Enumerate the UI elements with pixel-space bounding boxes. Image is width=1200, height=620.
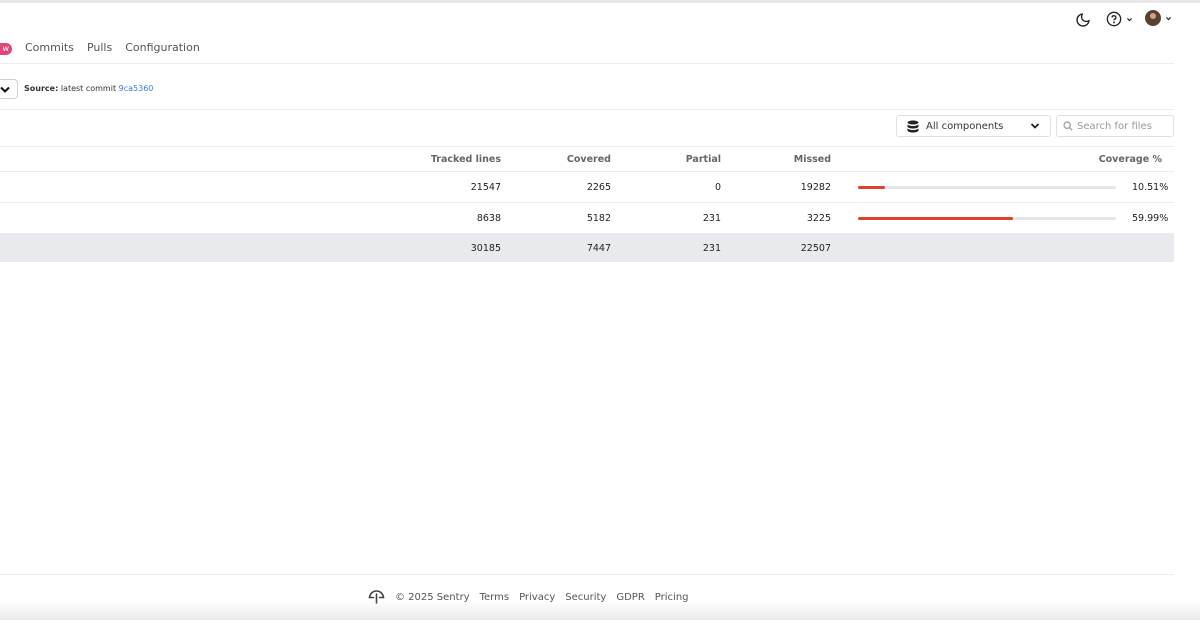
database-icon [907, 120, 919, 132]
branch-selector[interactable] [0, 79, 18, 99]
table-row[interactable]: 8638 5182 231 3225 59.99% [0, 202, 1174, 234]
partial-cell: 231 [611, 202, 721, 234]
covered-header[interactable]: Covered [501, 146, 611, 172]
coverage-bar-fill [858, 216, 1013, 220]
partial-cell: 0 [611, 171, 721, 203]
coverage-bar [858, 185, 1116, 189]
components-select[interactable]: All components [896, 115, 1051, 137]
partial-header[interactable]: Partial [611, 146, 721, 172]
top-border [0, 0, 1200, 3]
coverage-bar [858, 216, 1116, 220]
source-text: latest commit [60, 84, 117, 93]
missed-cell: 3225 [721, 202, 831, 234]
missed-cell: 19282 [721, 171, 831, 203]
repo-tabs: Commits Pulls Configuration [25, 41, 200, 54]
total-missed-cell: 22507 [721, 233, 831, 262]
covered-cell: 5182 [501, 202, 611, 234]
new-badge: w [0, 43, 12, 55]
bottom-shadow [0, 600, 1200, 620]
coverage-percent: 10.51% [1132, 181, 1169, 193]
tab-pulls[interactable]: Pulls [87, 41, 112, 54]
search-box[interactable] [1056, 115, 1174, 137]
tracked-cell: 8638 [0, 202, 501, 234]
coverage-bar-fill [858, 185, 886, 189]
total-covered-cell: 7447 [501, 233, 611, 262]
search-input[interactable] [1077, 120, 1167, 132]
total-partial-cell: 231 [611, 233, 721, 262]
source-info: Source: latest commit 9ca5360 [24, 84, 153, 93]
chevron-down-icon [0, 86, 10, 93]
source-label: Source: [24, 84, 59, 93]
moon-icon[interactable] [1075, 11, 1093, 29]
divider [0, 63, 1174, 64]
chevron-down-icon [1030, 123, 1040, 129]
help-circle-icon [1106, 11, 1122, 27]
covered-cell: 2265 [501, 171, 611, 203]
footer-divider [0, 574, 1174, 575]
table-row[interactable]: 21547 2265 0 19282 10.51% [0, 171, 1174, 203]
help-menu[interactable] [1106, 11, 1133, 27]
tab-commits[interactable]: Commits [25, 41, 74, 54]
tab-configuration[interactable]: Configuration [125, 41, 200, 54]
chevron-down-icon [1166, 16, 1171, 20]
avatar[interactable] [1145, 10, 1161, 26]
divider [0, 109, 1174, 110]
components-label: All components [926, 120, 1004, 132]
chevron-down-icon [1127, 17, 1132, 21]
missed-header[interactable]: Missed [721, 146, 831, 172]
user-menu[interactable] [1145, 10, 1172, 26]
totals-row: 30185 7447 231 22507 [0, 233, 1174, 262]
coverage-table: Tracked lines Covered Partial Missed Cov… [0, 146, 1174, 262]
coverage-header[interactable]: Coverage % [831, 146, 1174, 172]
commit-link[interactable]: 9ca5360 [119, 84, 154, 93]
search-icon [1063, 121, 1073, 131]
total-tracked-cell: 30185 [0, 233, 501, 262]
tracked-lines-header[interactable]: Tracked lines [0, 146, 501, 172]
coverage-percent: 59.99% [1132, 212, 1169, 224]
tracked-cell: 21547 [0, 171, 501, 203]
